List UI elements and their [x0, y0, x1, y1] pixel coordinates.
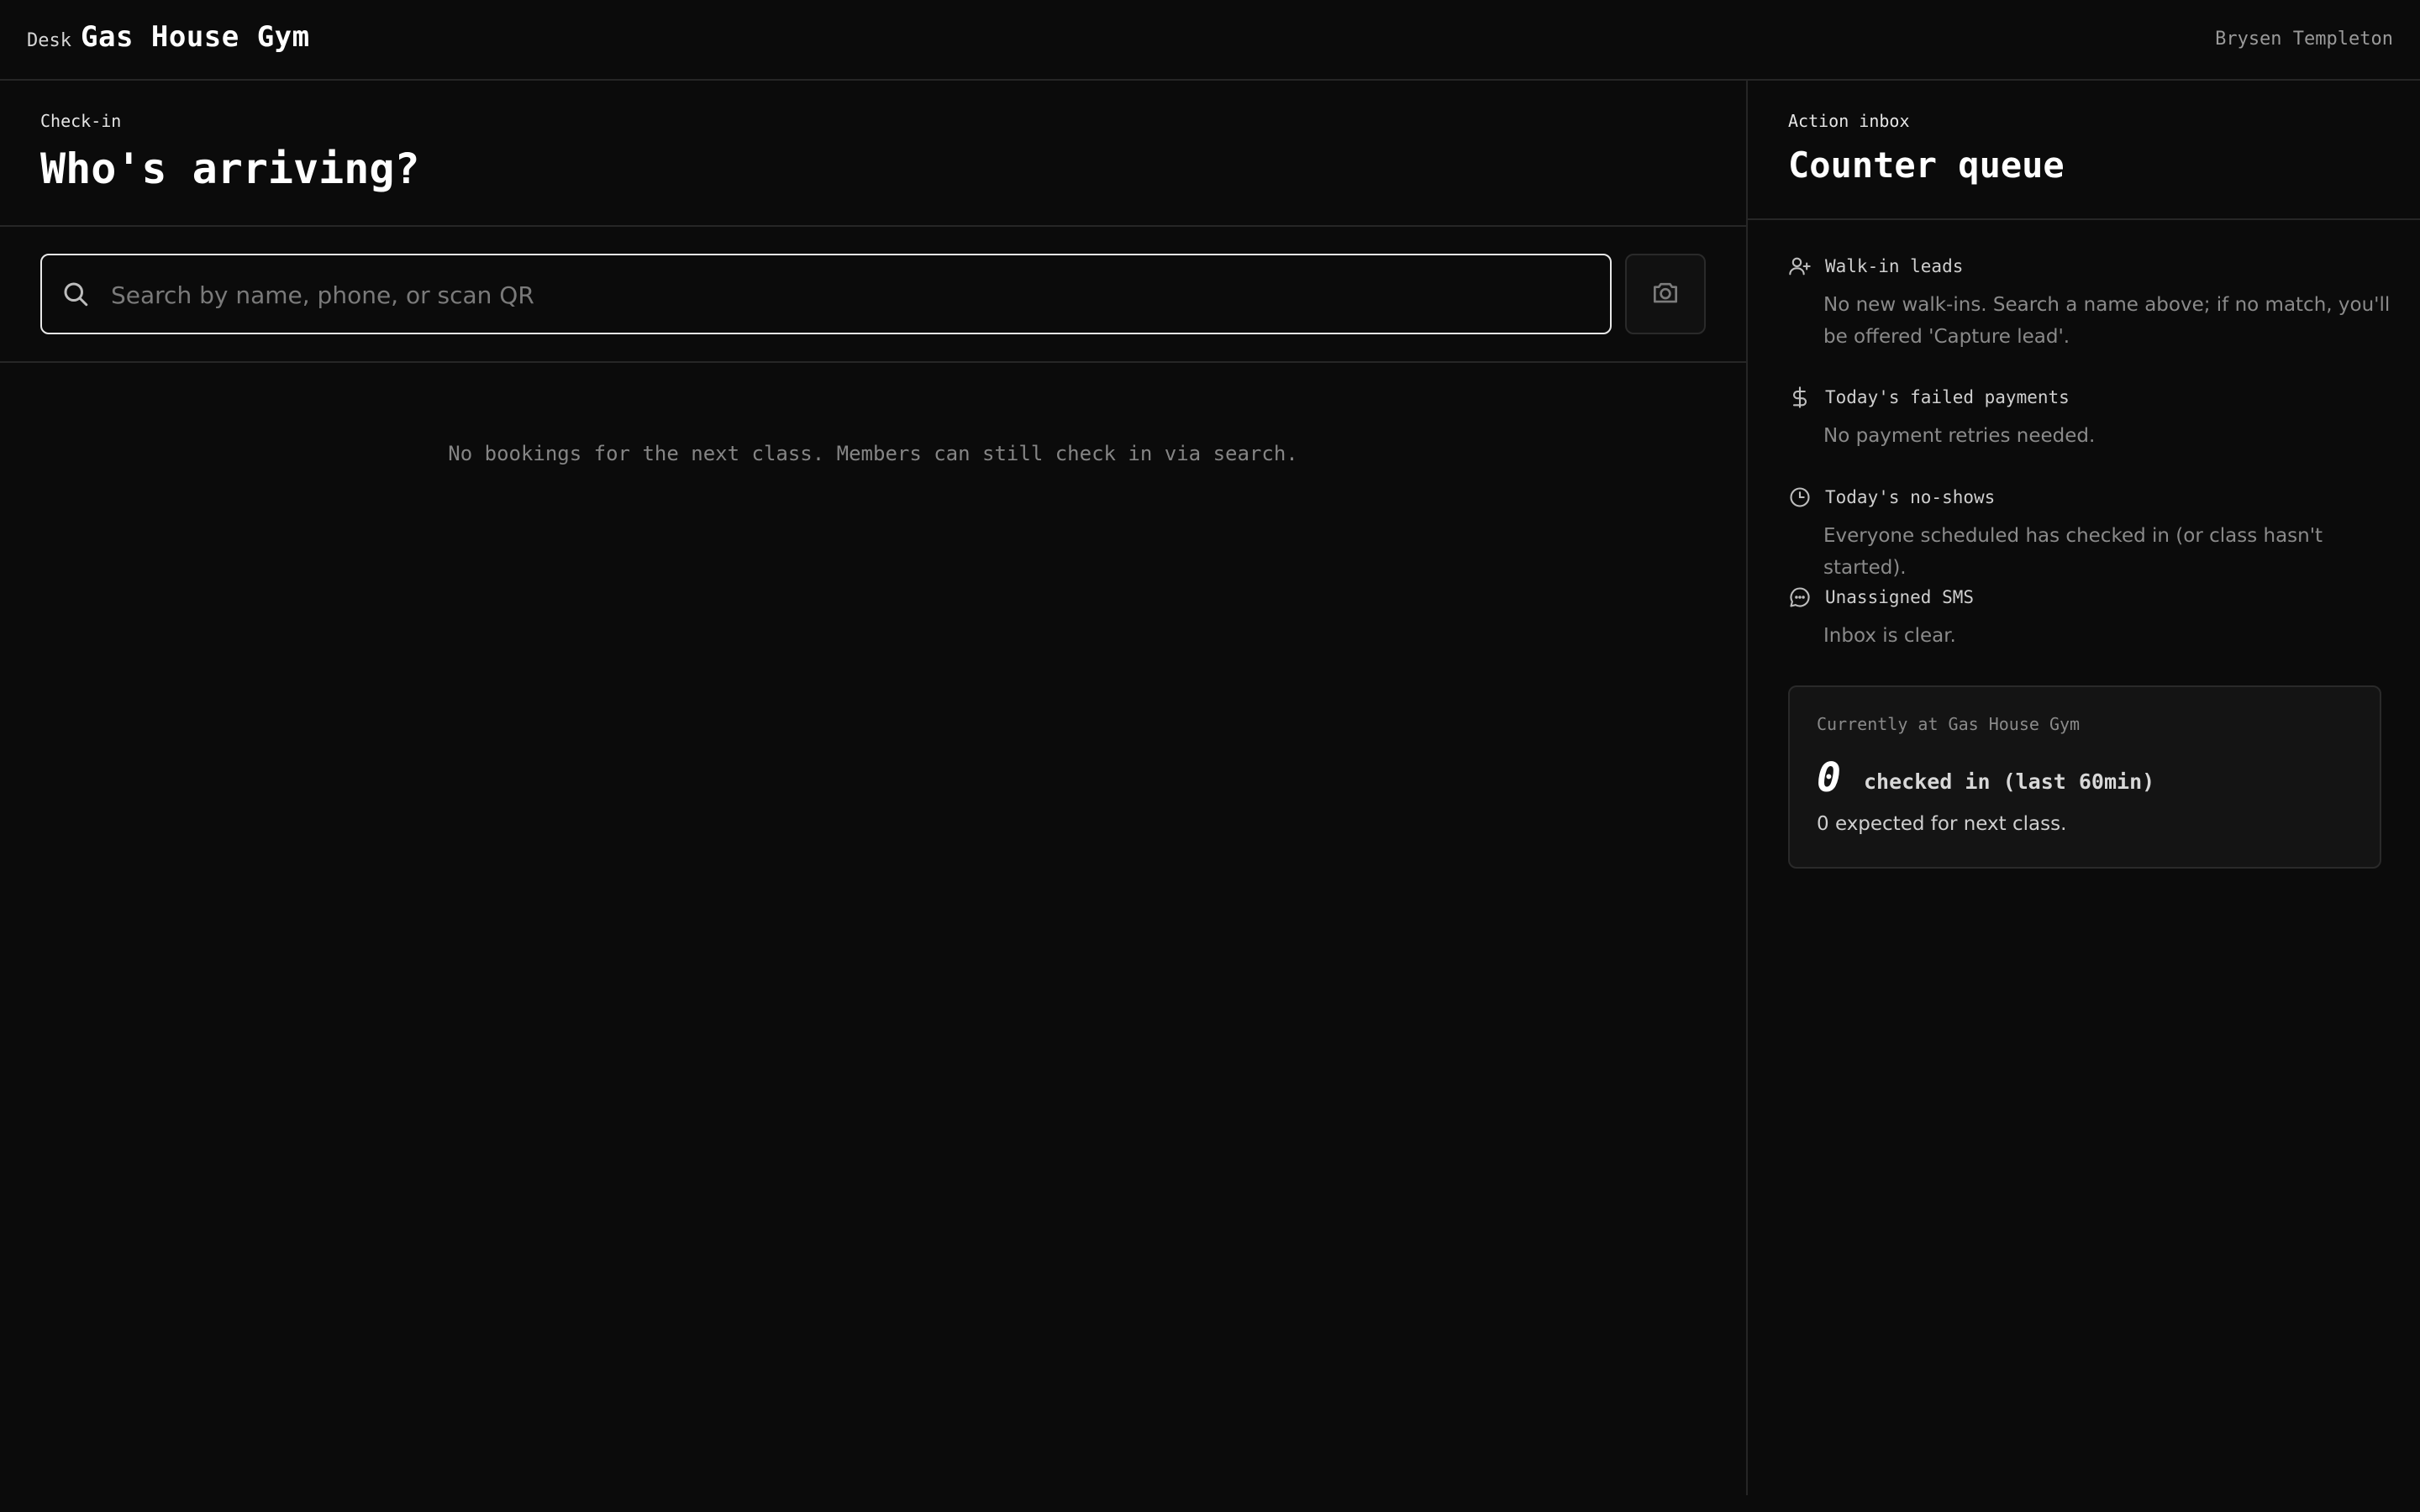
- presence-label: Currently at Gas House Gym: [1817, 714, 2081, 734]
- search-box[interactable]: [40, 254, 1612, 334]
- inbox-eyebrow: Action inbox: [1788, 111, 1910, 131]
- top-bar: Desk Gas House Gym Brysen Templeton: [0, 0, 2420, 81]
- action-inbox-panel: Action inbox Counter queue Walk-in leads…: [1748, 81, 2420, 1512]
- inbox-item-label: Today's failed payments: [1825, 387, 2070, 407]
- inbox-title: Counter queue: [1788, 144, 2065, 186]
- presence-card: Currently at Gas House Gym 0 checked in …: [1788, 685, 2381, 869]
- desk-label: Desk: [27, 30, 71, 51]
- inbox-item-description: Inbox is clear.: [1823, 625, 1956, 647]
- inbox-item-label: Walk-in leads: [1825, 256, 1964, 276]
- empty-bookings-message: No bookings for the next class. Members …: [448, 442, 1298, 465]
- scan-qr-camera-button[interactable]: [1625, 254, 1706, 334]
- user-plus-icon: [1788, 255, 1812, 278]
- divider: [1748, 218, 2420, 220]
- inbox-item-no-shows[interactable]: Today's no-shows Everyone scheduled has …: [1788, 485, 2393, 584]
- checkin-eyebrow: Check-in: [40, 111, 122, 131]
- divider: [0, 225, 1746, 227]
- inbox-item-description: No new walk-ins. Search a name above; if…: [1823, 294, 2391, 348]
- dollar-icon: [1788, 386, 1812, 409]
- inbox-item-description: No payment retries needed.: [1823, 425, 2096, 447]
- camera-icon: [1649, 276, 1681, 312]
- inbox-item-description: Everyone scheduled has checked in (or cl…: [1823, 525, 2323, 579]
- checkin-title: Who's arriving?: [40, 144, 420, 193]
- checked-in-count: 0: [1817, 754, 1841, 801]
- inbox-item-unassigned-sms[interactable]: Unassigned SMS Inbox is clear.: [1788, 585, 2393, 652]
- clock-icon: [1788, 486, 1812, 509]
- checkin-panel: Check-in Who's arriving? No bookings for…: [0, 81, 1746, 1512]
- inbox-item-walk-in-leads[interactable]: Walk-in leads No new walk-ins. Search a …: [1788, 254, 2393, 353]
- search-input[interactable]: [109, 255, 1591, 334]
- search-icon: [60, 279, 91, 309]
- message-icon: [1788, 585, 1812, 609]
- user-name[interactable]: Brysen Templeton: [2215, 29, 2393, 50]
- inbox-item-label: Unassigned SMS: [1825, 587, 1975, 607]
- divider: [0, 361, 1746, 363]
- gym-name[interactable]: Gas House Gym: [81, 20, 310, 54]
- inbox-item-label: Today's no-shows: [1825, 487, 1996, 507]
- checked-in-unit: checked in (last 60min): [1864, 769, 2155, 794]
- expected-next-class: 0 expected for next class.: [1817, 813, 2067, 835]
- inbox-item-failed-payments[interactable]: Today's failed payments No payment retri…: [1788, 385, 2393, 452]
